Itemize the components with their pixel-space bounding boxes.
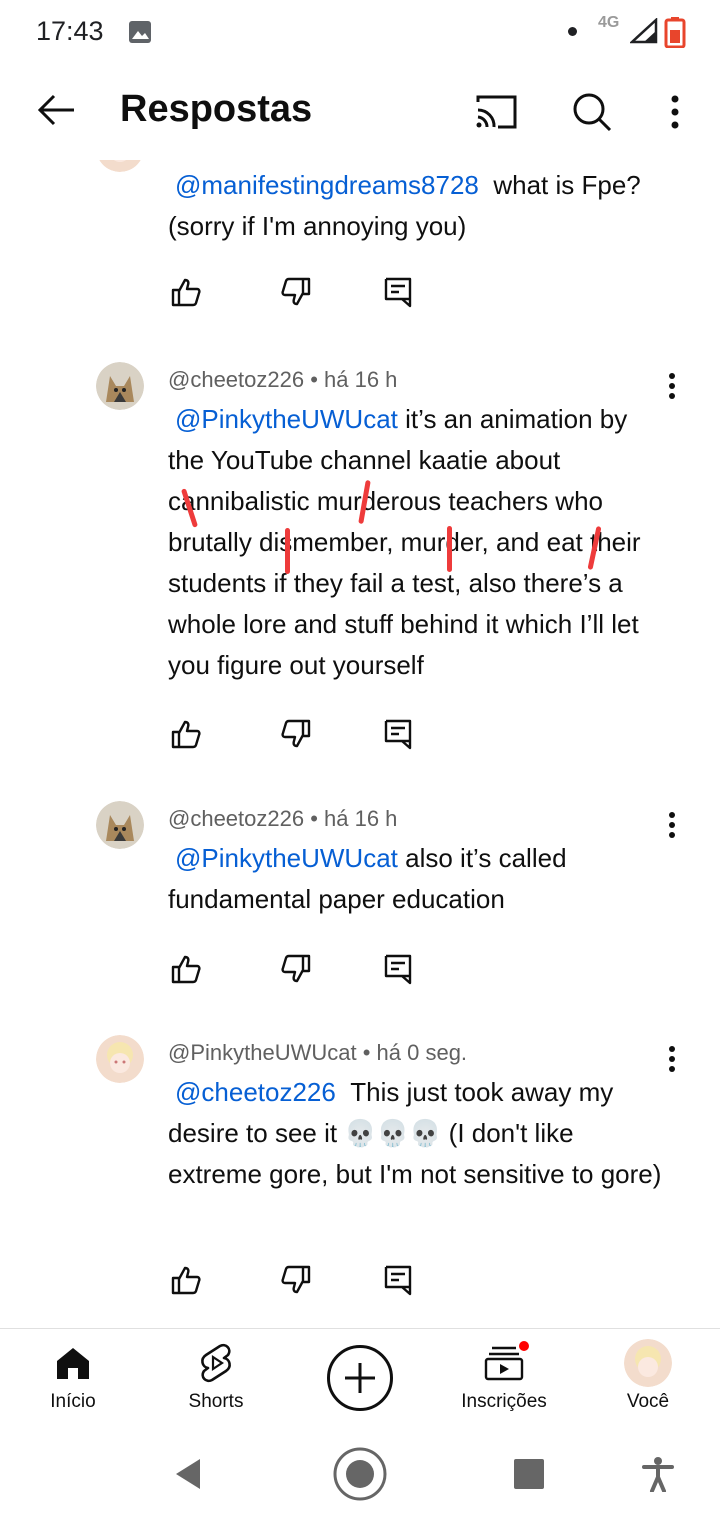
plus-icon: [345, 1363, 375, 1393]
red-censor-mark: [447, 526, 452, 572]
back-button[interactable]: [28, 82, 84, 138]
page-title: Respostas: [120, 88, 313, 130]
nav-you[interactable]: Você: [583, 1329, 713, 1429]
comment-actions: [168, 716, 428, 756]
more-vert-icon: [669, 1046, 675, 1072]
back-arrow-icon: [37, 94, 74, 126]
nav-subscriptions[interactable]: Inscrições: [439, 1329, 569, 1429]
home-icon: [53, 1343, 93, 1383]
avatar[interactable]: [96, 801, 144, 849]
like-button[interactable]: [168, 1262, 204, 1298]
reply-button[interactable]: [380, 274, 416, 310]
comment-author-meta: @cheetoz226 • há 16 h: [168, 806, 398, 831]
notification-badge: [517, 1339, 531, 1353]
search-icon: [573, 93, 612, 132]
more-vert-icon: [669, 812, 675, 838]
create-button[interactable]: [327, 1345, 393, 1411]
like-button[interactable]: [168, 716, 204, 752]
mention-link[interactable]: @PinkytheUWUcat: [175, 404, 398, 434]
red-censor-mark: [285, 528, 290, 574]
thumb-down-icon: [281, 1265, 311, 1294]
accessibility-button[interactable]: [628, 1444, 688, 1504]
thumb-down-icon: [281, 277, 311, 306]
reply-comment-icon: [384, 277, 412, 308]
status-time: 17:43: [36, 16, 104, 46]
more-vert-icon: [671, 95, 679, 129]
thumb-up-icon: [171, 720, 201, 749]
nav-home[interactable]: Início: [8, 1329, 138, 1429]
dislike-button[interactable]: [278, 1262, 314, 1298]
cast-icon: [476, 95, 517, 129]
comment-body: it’s an animation by the YouTube channel…: [168, 404, 641, 680]
comment-actions: [168, 1262, 428, 1302]
comment-text: @PinkytheUWUcat also it’s called fundame…: [168, 838, 668, 920]
cast-button[interactable]: [466, 84, 526, 140]
reply-comment-icon: [384, 719, 412, 750]
comment-actions: [168, 274, 428, 314]
system-navigation-bar: [0, 1428, 720, 1520]
more-options-button[interactable]: [650, 84, 700, 140]
comment-author-meta: @PinkytheUWUcat • há 0 seg.: [168, 1040, 468, 1065]
comment-actions: [168, 951, 428, 991]
dislike-button[interactable]: [278, 274, 314, 310]
gallery-notification-icon: [128, 20, 152, 44]
square-recents-icon: [514, 1459, 544, 1489]
mention-link[interactable]: @PinkytheUWUcat: [175, 843, 398, 873]
avatar[interactable]: [96, 1035, 144, 1083]
app-bar: Respostas: [0, 64, 720, 160]
system-home-button[interactable]: [330, 1444, 390, 1504]
mention-link[interactable]: @cheetoz226: [175, 1077, 336, 1107]
bottom-navigation: Início Shorts Inscrições Você: [0, 1328, 720, 1428]
thumb-down-icon: [281, 954, 311, 983]
nav-home-label: Início: [50, 1391, 96, 1412]
reply-button[interactable]: [380, 716, 416, 752]
nav-shorts-label: Shorts: [188, 1391, 244, 1412]
status-bar: 17:43 4G: [0, 0, 720, 64]
mention-link[interactable]: @manifestingdreams8728: [175, 170, 479, 200]
nav-subscriptions-label: Inscrições: [461, 1391, 547, 1412]
accessibility-icon: [642, 1457, 674, 1492]
avatar[interactable]: [96, 362, 144, 410]
system-back-button[interactable]: [158, 1444, 218, 1504]
network-type: 4G: [598, 14, 620, 31]
shorts-icon: [196, 1343, 236, 1383]
battery-icon: [664, 16, 686, 49]
signal-icon: [628, 17, 658, 44]
comment-author-meta: @cheetoz226 • há 16 h: [168, 367, 398, 392]
like-button[interactable]: [168, 951, 204, 987]
replies-list[interactable]: @manifestingdreams8728 what is Fpe? (sor…: [0, 150, 720, 1328]
profile-avatar: [624, 1339, 672, 1387]
reply-comment-icon: [384, 954, 412, 985]
reply-button[interactable]: [380, 951, 416, 987]
comment-text: @manifestingdreams8728 what is Fpe? (sor…: [168, 165, 668, 247]
thumb-down-icon: [281, 719, 311, 748]
reply-button[interactable]: [380, 1262, 416, 1298]
circle-home-icon: [333, 1447, 387, 1501]
thumb-up-icon: [171, 278, 201, 307]
reply-comment-icon: [384, 1265, 412, 1296]
notification-dot-icon: [568, 27, 577, 36]
more-vert-icon: [669, 373, 675, 399]
system-recents-button[interactable]: [499, 1444, 559, 1504]
nav-shorts[interactable]: Shorts: [151, 1329, 281, 1429]
comment-text: @cheetoz226 This just took away my desir…: [168, 1072, 668, 1195]
triangle-back-icon: [176, 1459, 200, 1489]
dislike-button[interactable]: [278, 716, 314, 752]
thumb-up-icon: [171, 955, 201, 984]
search-button[interactable]: [562, 84, 622, 140]
like-button[interactable]: [168, 274, 204, 310]
nav-you-label: Você: [626, 1391, 670, 1412]
dislike-button[interactable]: [278, 951, 314, 987]
thumb-up-icon: [171, 1266, 201, 1295]
